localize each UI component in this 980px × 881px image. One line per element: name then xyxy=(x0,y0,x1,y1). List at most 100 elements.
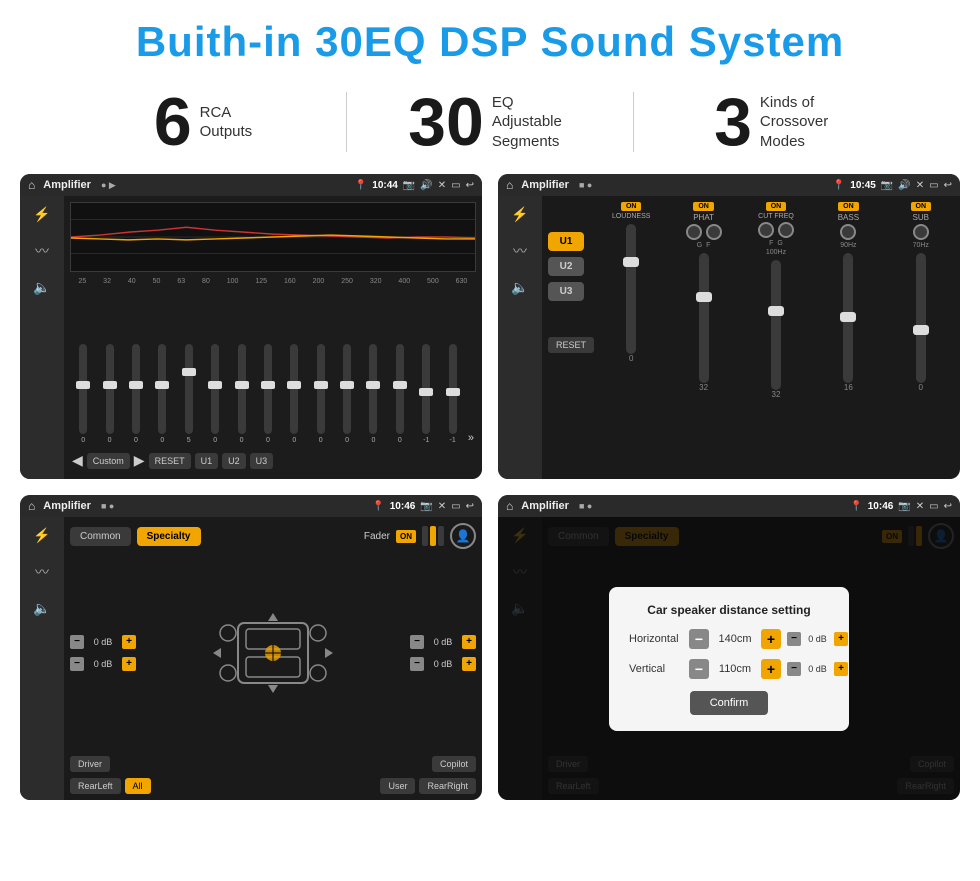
db-plus-bl[interactable]: + xyxy=(122,657,136,671)
eq-sidebar-speaker-icon[interactable]: 🔈 xyxy=(33,279,50,296)
cutfreq-thumb[interactable] xyxy=(768,306,784,316)
back-icon-crossover[interactable]: ↩ xyxy=(466,501,474,512)
vertical-minus-btn[interactable]: − xyxy=(689,659,709,679)
eq-thumb-15[interactable] xyxy=(446,388,460,396)
mixer-u1-btn[interactable]: U1 xyxy=(548,232,584,251)
h-db-plus[interactable]: + xyxy=(834,632,848,646)
eq-track-15[interactable] xyxy=(449,344,457,434)
bass-knob[interactable] xyxy=(840,224,856,240)
eq-u3-btn[interactable]: U3 xyxy=(250,453,274,469)
v-db-minus[interactable]: − xyxy=(787,662,801,676)
db-minus-tr[interactable]: − xyxy=(410,635,424,649)
home-icon-dialog[interactable]: ⌂ xyxy=(506,499,513,513)
eq-u2-btn[interactable]: U2 xyxy=(222,453,246,469)
loudness-thumb[interactable] xyxy=(623,257,639,267)
phat-slider[interactable] xyxy=(699,253,709,383)
eq-track-4[interactable] xyxy=(158,344,166,434)
pos-copilot-btn[interactable]: Copilot xyxy=(432,756,476,772)
sub-knob[interactable] xyxy=(913,224,929,240)
eq-thumb-8[interactable] xyxy=(261,381,275,389)
eq-track-14[interactable] xyxy=(422,344,430,434)
eq-prev-arrow[interactable]: ◀ xyxy=(72,452,83,469)
mixer-u3-btn[interactable]: U3 xyxy=(548,282,584,301)
eq-track-10[interactable] xyxy=(317,344,325,434)
db-plus-br[interactable]: + xyxy=(462,657,476,671)
pos-user-btn[interactable]: User xyxy=(380,778,415,794)
vertical-plus-btn[interactable]: + xyxy=(761,659,781,679)
eq-track-8[interactable] xyxy=(264,344,272,434)
eq-track-7[interactable] xyxy=(238,344,246,434)
sub-slider[interactable] xyxy=(916,253,926,383)
horizontal-plus-btn[interactable]: + xyxy=(761,629,781,649)
db-plus-tr[interactable]: + xyxy=(462,635,476,649)
crossover-person-icon[interactable]: 👤 xyxy=(450,523,476,549)
cutfreq-knob-g[interactable] xyxy=(778,222,794,238)
db-plus-tl[interactable]: + xyxy=(122,635,136,649)
crossover-specialty-tab[interactable]: Specialty xyxy=(137,527,201,546)
eq-thumb-2[interactable] xyxy=(103,381,117,389)
back-icon-mixer[interactable]: ↩ xyxy=(944,180,952,191)
db-minus-br[interactable]: − xyxy=(410,657,424,671)
eq-track-13[interactable] xyxy=(396,344,404,434)
expand-icon[interactable]: » xyxy=(468,432,474,444)
h-db-minus[interactable]: − xyxy=(787,632,801,646)
crossover-common-tab[interactable]: Common xyxy=(70,527,131,546)
eq-track-3[interactable] xyxy=(132,344,140,434)
mixer-sidebar-speaker-icon[interactable]: 🔈 xyxy=(511,279,528,296)
loudness-slider[interactable] xyxy=(626,224,636,354)
eq-track-9[interactable] xyxy=(290,344,298,434)
eq-thumb-5[interactable] xyxy=(182,368,196,376)
home-icon-eq[interactable]: ⌂ xyxy=(28,178,35,192)
eq-thumb-13[interactable] xyxy=(393,381,407,389)
home-icon-mixer[interactable]: ⌂ xyxy=(506,178,513,192)
eq-thumb-10[interactable] xyxy=(314,381,328,389)
confirm-button[interactable]: Confirm xyxy=(690,691,769,715)
eq-u1-btn[interactable]: U1 xyxy=(195,453,219,469)
eq-track-2[interactable] xyxy=(106,344,114,434)
db-minus-tl[interactable]: − xyxy=(70,635,84,649)
mixer-sidebar-wave-icon[interactable]: 〰 xyxy=(513,241,527,261)
pos-all-btn[interactable]: All xyxy=(125,778,151,794)
eq-track-5[interactable] xyxy=(185,344,193,434)
eq-track-1[interactable] xyxy=(79,344,87,434)
phat-knob-g[interactable] xyxy=(686,224,702,240)
crossover-sidebar-speaker-icon[interactable]: 🔈 xyxy=(33,600,50,617)
eq-thumb-9[interactable] xyxy=(287,381,301,389)
crossover-sidebar-wave-icon[interactable]: 〰 xyxy=(35,562,49,582)
mixer-sidebar-eq-icon[interactable]: ⚡ xyxy=(511,206,528,223)
eq-thumb-14[interactable] xyxy=(419,388,433,396)
pos-rearleft-btn[interactable]: RearLeft xyxy=(70,778,121,794)
eq-track-6[interactable] xyxy=(211,344,219,434)
eq-sidebar-eq-icon[interactable]: ⚡ xyxy=(33,206,50,223)
eq-track-12[interactable] xyxy=(369,344,377,434)
eq-reset-btn[interactable]: RESET xyxy=(149,453,191,469)
eq-next-arrow[interactable]: ▶ xyxy=(134,452,145,469)
back-icon-eq[interactable]: ↩ xyxy=(466,180,474,191)
eq-thumb-4[interactable] xyxy=(155,381,169,389)
eq-custom-btn[interactable]: Custom xyxy=(87,453,130,469)
eq-thumb-11[interactable] xyxy=(340,381,354,389)
back-icon-dialog[interactable]: ↩ xyxy=(944,501,952,512)
v-db-plus[interactable]: + xyxy=(834,662,848,676)
mixer-reset-btn[interactable]: RESET xyxy=(548,337,594,353)
phat-knob-f[interactable] xyxy=(706,224,722,240)
eq-thumb-7[interactable] xyxy=(235,381,249,389)
home-icon-crossover[interactable]: ⌂ xyxy=(28,499,35,513)
eq-thumb-1[interactable] xyxy=(76,381,90,389)
phat-thumb[interactable] xyxy=(696,292,712,302)
eq-thumb-3[interactable] xyxy=(129,381,143,389)
bass-thumb[interactable] xyxy=(840,312,856,322)
pos-driver-btn[interactable]: Driver xyxy=(70,756,110,772)
mixer-u2-btn[interactable]: U2 xyxy=(548,257,584,276)
sub-thumb[interactable] xyxy=(913,325,929,335)
cutfreq-knob-f[interactable] xyxy=(758,222,774,238)
crossover-sidebar-eq-icon[interactable]: ⚡ xyxy=(33,527,50,544)
db-minus-bl[interactable]: − xyxy=(70,657,84,671)
eq-sidebar-wave-icon[interactable]: 〰 xyxy=(35,241,49,261)
eq-thumb-6[interactable] xyxy=(208,381,222,389)
pos-rearright-btn[interactable]: RearRight xyxy=(419,778,476,794)
cutfreq-slider[interactable] xyxy=(771,260,781,390)
bass-slider[interactable] xyxy=(843,253,853,383)
horizontal-minus-btn[interactable]: − xyxy=(689,629,709,649)
eq-track-11[interactable] xyxy=(343,344,351,434)
